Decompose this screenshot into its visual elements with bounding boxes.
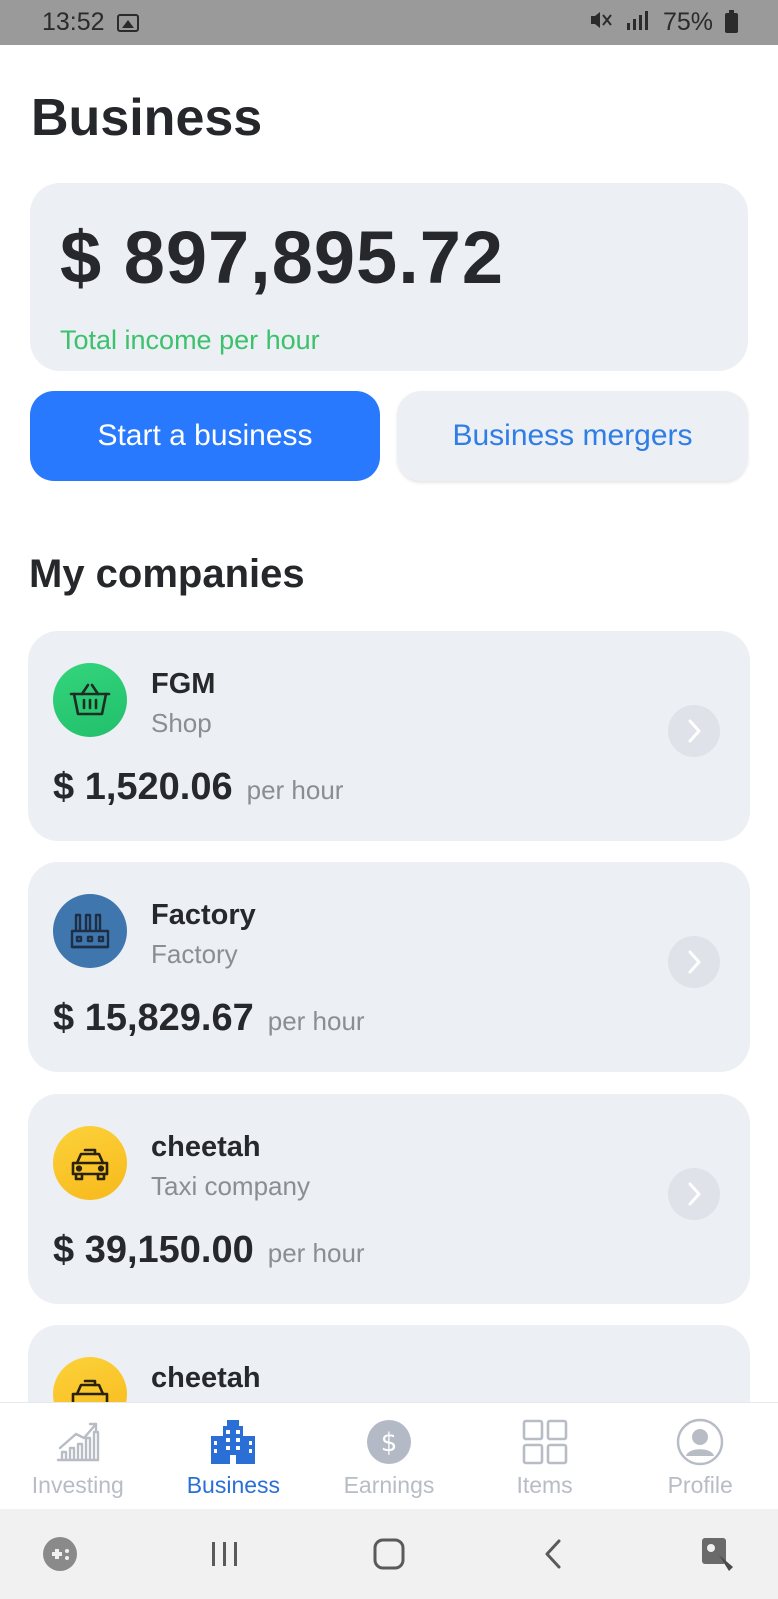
income-unit: per hour xyxy=(267,1238,365,1268)
chevron-right-icon[interactable] xyxy=(668,936,720,988)
total-income-caption: Total income per hour xyxy=(60,325,320,355)
company-name: cheetah xyxy=(151,1362,261,1394)
nav-investing[interactable]: Investing xyxy=(0,1403,156,1510)
nav-label: Business xyxy=(186,1472,281,1498)
home-icon[interactable] xyxy=(349,1524,429,1584)
company-name: cheetah xyxy=(151,1131,261,1163)
signal-icon xyxy=(625,9,651,37)
total-income-card: $ 897,895.72 Total income per hour xyxy=(30,183,748,371)
user-icon xyxy=(675,1418,725,1466)
nav-business[interactable]: Business xyxy=(156,1403,312,1510)
accessibility-icon[interactable] xyxy=(678,1524,758,1584)
company-income: $ 15,829.67 per hour xyxy=(53,997,365,1040)
company-type: Shop xyxy=(151,708,212,738)
company-card[interactable]: cheetah Taxi company $ 39,150.00 per hou… xyxy=(28,1094,750,1304)
status-left: 13:52 xyxy=(42,8,139,37)
taxi-icon xyxy=(53,1126,127,1200)
nav-label: Profile xyxy=(667,1472,733,1498)
company-income: $ 1,520.06 per hour xyxy=(53,766,343,809)
bottom-nav: Investing Business $ Earnings Items Prof… xyxy=(0,1402,778,1510)
company-name: Factory xyxy=(151,899,256,931)
image-icon xyxy=(116,13,139,32)
status-right: 75% xyxy=(589,8,738,37)
company-income: $ 39,150.00 per hour xyxy=(53,1229,365,1272)
game-icon[interactable] xyxy=(20,1524,100,1584)
income-amount: $ 15,829.67 xyxy=(53,997,254,1039)
grid-icon xyxy=(520,1418,570,1466)
status-time: 13:52 xyxy=(42,8,105,36)
system-nav-bar xyxy=(0,1509,778,1599)
my-companies-title: My companies xyxy=(29,552,305,596)
company-type: Factory xyxy=(151,939,238,969)
nav-label: Earnings xyxy=(343,1472,435,1498)
chevron-right-icon[interactable] xyxy=(668,705,720,757)
company-type: Taxi company xyxy=(151,1171,310,1201)
company-name: FGM xyxy=(151,668,216,700)
page-title: Business xyxy=(31,89,263,147)
start-business-button[interactable]: Start a business xyxy=(30,391,380,481)
chart-icon xyxy=(53,1418,103,1466)
business-mergers-button[interactable]: Business mergers xyxy=(397,391,748,481)
mute-icon xyxy=(589,9,613,37)
income-unit: per hour xyxy=(267,1006,365,1036)
building-icon xyxy=(208,1418,258,1466)
status-bar: 13:52 75% xyxy=(0,0,778,45)
income-amount: $ 39,150.00 xyxy=(53,1229,254,1271)
battery-icon xyxy=(725,9,738,33)
company-card[interactable]: FGM Shop $ 1,520.06 per hour xyxy=(28,631,750,841)
income-amount: $ 1,520.06 xyxy=(53,766,233,808)
recent-apps-icon[interactable] xyxy=(185,1524,265,1584)
company-card[interactable]: cheetah xyxy=(28,1325,750,1402)
nav-label: Investing xyxy=(31,1472,124,1498)
dollar-icon: $ xyxy=(364,1418,414,1466)
factory-icon xyxy=(53,894,127,968)
battery-percent: 75% xyxy=(662,8,713,36)
income-unit: per hour xyxy=(246,775,344,805)
basket-icon xyxy=(53,663,127,737)
chevron-right-icon[interactable] xyxy=(668,1168,720,1220)
nav-profile[interactable]: Profile xyxy=(622,1403,778,1510)
taxi-icon xyxy=(53,1357,127,1402)
back-icon[interactable] xyxy=(514,1524,594,1584)
nav-label: Items xyxy=(516,1472,573,1498)
company-card[interactable]: Factory Factory $ 15,829.67 per hour xyxy=(28,862,750,1072)
nav-earnings[interactable]: $ Earnings xyxy=(311,1403,467,1510)
nav-items[interactable]: Items xyxy=(467,1403,623,1510)
total-income-amount: $ 897,895.72 xyxy=(60,216,505,299)
svg-text:$: $ xyxy=(381,1428,398,1458)
